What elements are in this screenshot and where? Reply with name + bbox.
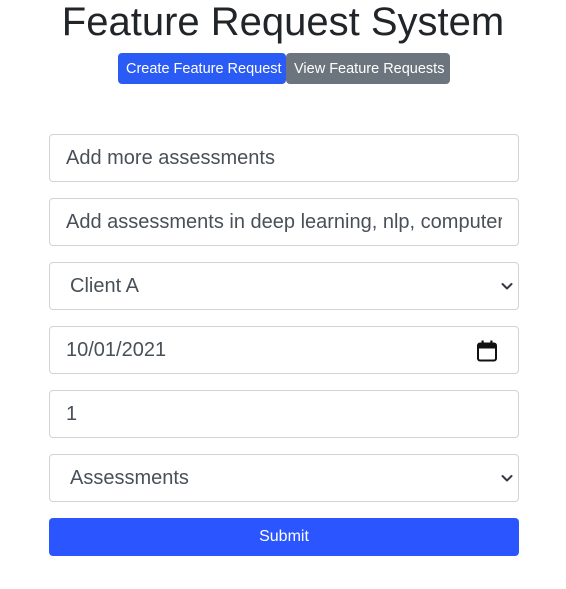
product-area-select-value: Assessments (70, 466, 189, 489)
view-feature-requests-button[interactable]: View Feature Requests (286, 53, 450, 84)
priority-input[interactable] (50, 391, 518, 437)
product-area-select[interactable]: Assessments (49, 454, 519, 502)
chevron-down-icon (501, 475, 513, 482)
title-input[interactable] (50, 135, 518, 181)
feature-request-form: Client A 10/01/2021 Assessments Submit (49, 134, 519, 556)
page-title: Feature Request System (61, 0, 505, 44)
client-select-value: Client A (70, 274, 139, 297)
chevron-down-icon (501, 283, 513, 290)
nav-buttons: Create Feature Request View Feature Requ… (118, 53, 450, 84)
target-date-field[interactable]: 10/01/2021 (49, 326, 519, 374)
description-input[interactable] (50, 199, 518, 245)
create-feature-request-button[interactable]: Create Feature Request (118, 53, 286, 84)
client-select[interactable]: Client A (49, 262, 519, 310)
description-field-wrapper (49, 198, 519, 246)
calendar-icon[interactable] (476, 340, 498, 362)
priority-field-wrapper (49, 390, 519, 438)
submit-button[interactable]: Submit (49, 518, 519, 556)
title-field-wrapper (49, 134, 519, 182)
page: Feature Request System Create Feature Re… (0, 0, 566, 589)
target-date-value: 10/01/2021 (66, 338, 167, 361)
